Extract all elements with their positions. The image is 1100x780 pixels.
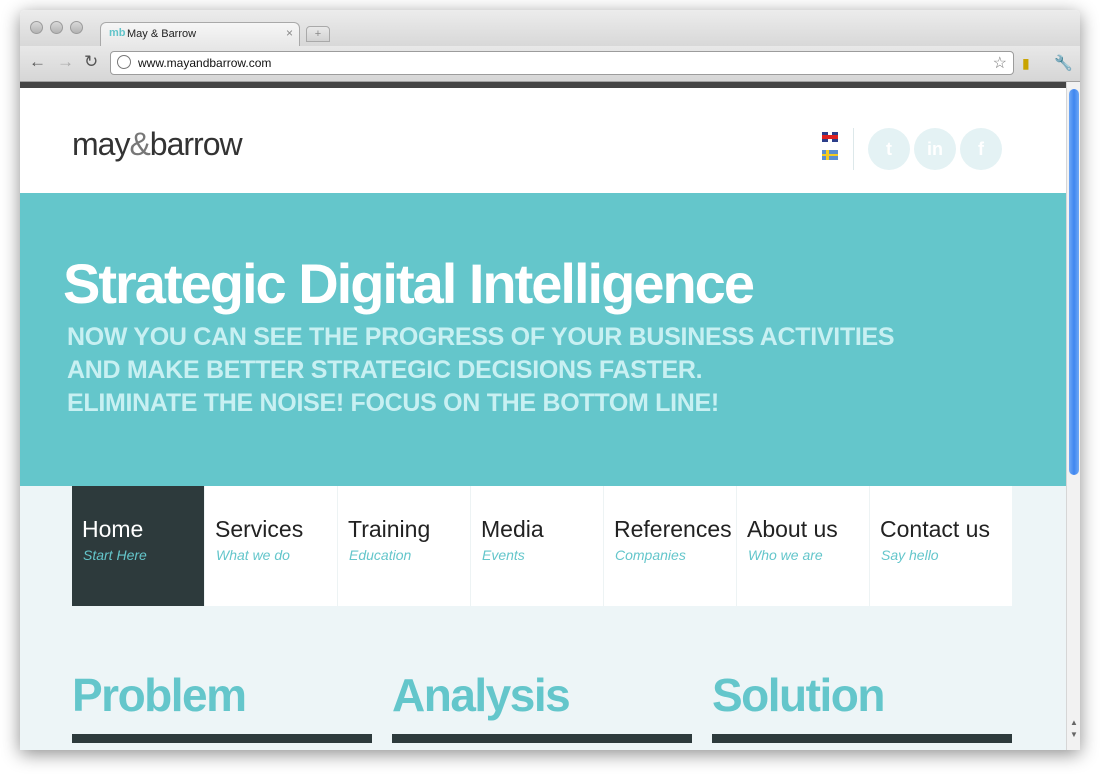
- close-window-button[interactable]: [30, 21, 43, 34]
- page-viewport: may&barrow t in f Strategic Digital Inte…: [20, 82, 1080, 750]
- vertical-scrollbar[interactable]: ▲ ▼: [1066, 82, 1080, 750]
- nav-sublabel: Start Here: [83, 547, 147, 563]
- hero-line-3: ELIMINATE THE NOISE! FOCUS ON THE BOTTOM…: [67, 389, 719, 417]
- back-icon[interactable]: ←: [29, 52, 46, 72]
- nav-item-training[interactable]: Training Education: [338, 486, 471, 606]
- swedish-flag-icon[interactable]: [822, 150, 838, 160]
- nav-label: Contact us: [880, 516, 990, 542]
- bookmark-star-icon[interactable]: ☆: [993, 53, 1007, 73]
- wrench-icon[interactable]: 🔧: [1054, 54, 1073, 72]
- header-divider: [853, 128, 854, 170]
- extension-icon[interactable]: ▮: [1022, 55, 1030, 72]
- nav-label: Training: [348, 516, 431, 542]
- nav-item-media[interactable]: Media Events: [471, 486, 604, 606]
- nav-sublabel: Companies: [615, 547, 686, 563]
- browser-tab[interactable]: mb May & Barrow ×: [100, 22, 300, 46]
- hero-title: Strategic Digital Intelligence: [63, 252, 755, 315]
- nav-item-home[interactable]: Home Start Here: [72, 486, 205, 606]
- hero-line-2: AND MAKE BETTER STRATEGIC DECISIONS FAST…: [67, 356, 703, 384]
- section-title: Problem: [72, 669, 247, 721]
- logo-ampersand: &: [129, 126, 150, 162]
- section-title: Solution: [712, 669, 885, 721]
- reload-icon[interactable]: ↻: [84, 52, 98, 72]
- favicon-icon: mb: [109, 27, 126, 39]
- nav-label: Media: [481, 516, 544, 542]
- site-logo[interactable]: may&barrow: [72, 126, 243, 163]
- linkedin-icon[interactable]: in: [914, 128, 956, 170]
- url-text[interactable]: www.mayandbarrow.com: [138, 56, 271, 70]
- logo-may: may: [72, 126, 130, 162]
- new-tab-button[interactable]: +: [306, 26, 330, 42]
- title-bar: mb May & Barrow × +: [20, 10, 1080, 46]
- uk-flag-icon[interactable]: [822, 132, 838, 142]
- hero-line-1: NOW YOU CAN SEE THE PROGRESS OF YOUR BUS…: [67, 323, 895, 351]
- browser-toolbar: ← → ↻ www.mayandbarrow.com ☆ ▮ 🔧: [20, 46, 1080, 82]
- zoom-window-button[interactable]: [70, 21, 83, 34]
- nav-sublabel: Events: [482, 547, 525, 563]
- twitter-icon[interactable]: t: [868, 128, 910, 170]
- nav-label: About us: [747, 516, 838, 542]
- nav-item-references[interactable]: References Companies: [604, 486, 737, 606]
- nav-label: References: [614, 516, 732, 542]
- nav-sublabel: What we do: [216, 547, 290, 563]
- section-bar: [72, 734, 372, 743]
- logo-barrow: barrow: [149, 126, 243, 162]
- tab-title: May & Barrow: [127, 28, 197, 40]
- nav-item-contact-us[interactable]: Contact us Say hello: [870, 486, 1012, 606]
- main-nav: Home Start Here Services What we do Trai…: [72, 486, 1012, 606]
- website: may&barrow t in f Strategic Digital Inte…: [20, 88, 1066, 750]
- section-bar: [712, 734, 1012, 743]
- site-header: may&barrow t in f: [20, 88, 1066, 193]
- scroll-up-icon[interactable]: ▲: [1070, 718, 1078, 727]
- hero-banner: Strategic Digital Intelligence NOW YOU C…: [20, 193, 1066, 486]
- address-bar[interactable]: www.mayandbarrow.com ☆: [110, 51, 1014, 75]
- section-title: Analysis: [392, 669, 571, 721]
- scroll-down-icon[interactable]: ▼: [1070, 730, 1078, 739]
- globe-icon: [117, 55, 131, 69]
- scrollbar-thumb[interactable]: [1069, 89, 1079, 475]
- nav-label: Services: [215, 516, 304, 542]
- nav-item-services[interactable]: Services What we do: [205, 486, 338, 606]
- section-bar: [392, 734, 692, 743]
- nav-label: Home: [82, 516, 144, 542]
- tab-close-icon[interactable]: ×: [286, 26, 293, 40]
- nav-item-about-us[interactable]: About us Who we are: [737, 486, 870, 606]
- minimize-window-button[interactable]: [50, 21, 63, 34]
- forward-icon[interactable]: →: [57, 52, 74, 72]
- browser-window: mb May & Barrow × + ← → ↻ www.mayandbarr…: [20, 10, 1080, 750]
- facebook-icon[interactable]: f: [960, 128, 1002, 170]
- nav-sublabel: Say hello: [881, 547, 939, 563]
- nav-sublabel: Education: [349, 547, 412, 563]
- nav-sublabel: Who we are: [748, 547, 823, 563]
